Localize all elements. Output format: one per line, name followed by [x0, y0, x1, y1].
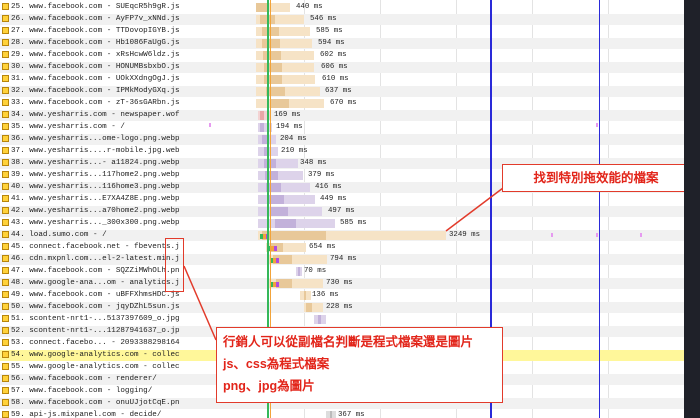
screenshot-frame: 25. www.facebook.com - SUEqcR5h9gR.js 440… [0, 0, 700, 418]
callout-file-extension: 行銷人可以從副檔名判斷是程式檔案還是圖片 js、css為程式檔案 png、jpg… [216, 327, 503, 403]
waterfall-panel: 25. www.facebook.com - SUEqcR5h9gR.js 440… [0, 0, 684, 418]
callout-slow-file-text: 找到特別拖效能的檔案 [533, 171, 659, 185]
callout-slow-file: 找到特別拖效能的檔案 [502, 164, 684, 192]
callout-line-2: js、css為程式檔案 [223, 357, 330, 371]
callout-line-1: 行銷人可以從副檔名判斷是程式檔案還是圖片 [223, 335, 474, 349]
callout-line-3: png、jpg為圖片 [223, 379, 315, 393]
